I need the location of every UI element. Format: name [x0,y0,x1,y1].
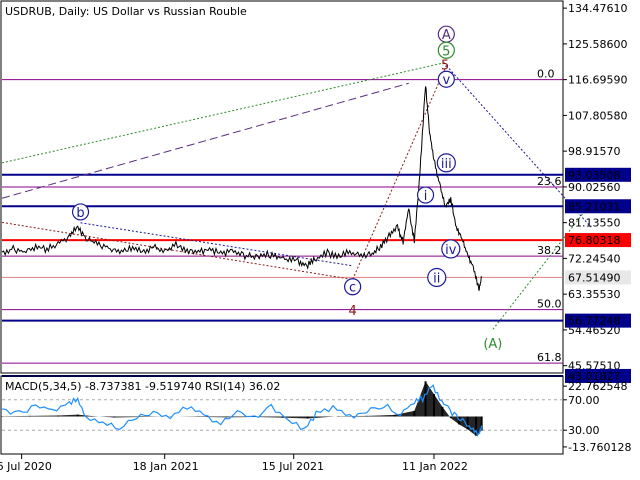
price-level-badge-label: 76.80318 [568,234,621,247]
indicator-label: MACD(5,34,5) -8.737381 -9.519740 RSI(14)… [5,380,280,393]
wave-label: ii [433,271,440,286]
wave-label: 4 [348,304,356,319]
wave-label: i [424,189,428,204]
price-level-badge-label: 67.51490 [568,271,621,284]
wave-label: A [442,28,451,43]
y-axis-tick-label: 116.69590 [568,74,628,87]
wave-label: v [442,73,450,88]
fib-level-label: 50.0 [537,298,562,311]
wave-label: c [349,281,356,296]
y-axis-tick-label: 98.91570 [568,145,621,158]
x-axis-tick-label: 18 Jan 2021 [133,460,199,473]
x-axis-tick-label: 16 Jul 2020 [0,460,52,473]
wave-label: iv [445,243,457,258]
y-axis-tick-label: 125.58600 [568,38,628,51]
indicator-y-tick-label: 70.00 [568,394,600,407]
y-axis-tick-label: 63.35530 [568,288,621,301]
wave-label: (A) [483,337,502,352]
chart-root: USDRUB, Daily: US Dollar vs Russian Roub… [0,0,640,480]
x-axis-tick-label: 15 Jul 2021 [262,460,324,473]
price-level-badge-label: 56.77248 [568,315,621,328]
fib-level-label: 61.8 [537,351,562,364]
y-axis-tick-label: 72.24540 [568,252,621,265]
fib-level-label: 23.6 [537,175,562,188]
price-level-badge-label: 93.03508 [568,169,621,182]
y-axis-tick-label: 90.02560 [568,181,621,194]
wave-label: 5 [442,44,450,59]
wave-label: b [76,206,84,221]
fib-level-label: 0.0 [537,68,555,81]
y-axis-tick-label: 107.80580 [568,109,628,122]
y-axis-tick-label: 134.47610 [568,2,628,15]
x-axis-tick-label: 11 Jan 2022 [402,460,468,473]
indicator-y-tick-label: 22.762548 [568,380,628,393]
price-level-badge-label: 85.21031 [568,200,621,213]
indicator-y-tick-label: 30.00 [568,424,600,437]
indicator-y-tick-label: -13.760128 [568,441,631,454]
chart-title: USDRUB, Daily: US Dollar vs Russian Roub… [5,5,247,18]
wave-label: iii [441,157,452,172]
y-axis-tick-label: 81.13550 [568,217,621,230]
